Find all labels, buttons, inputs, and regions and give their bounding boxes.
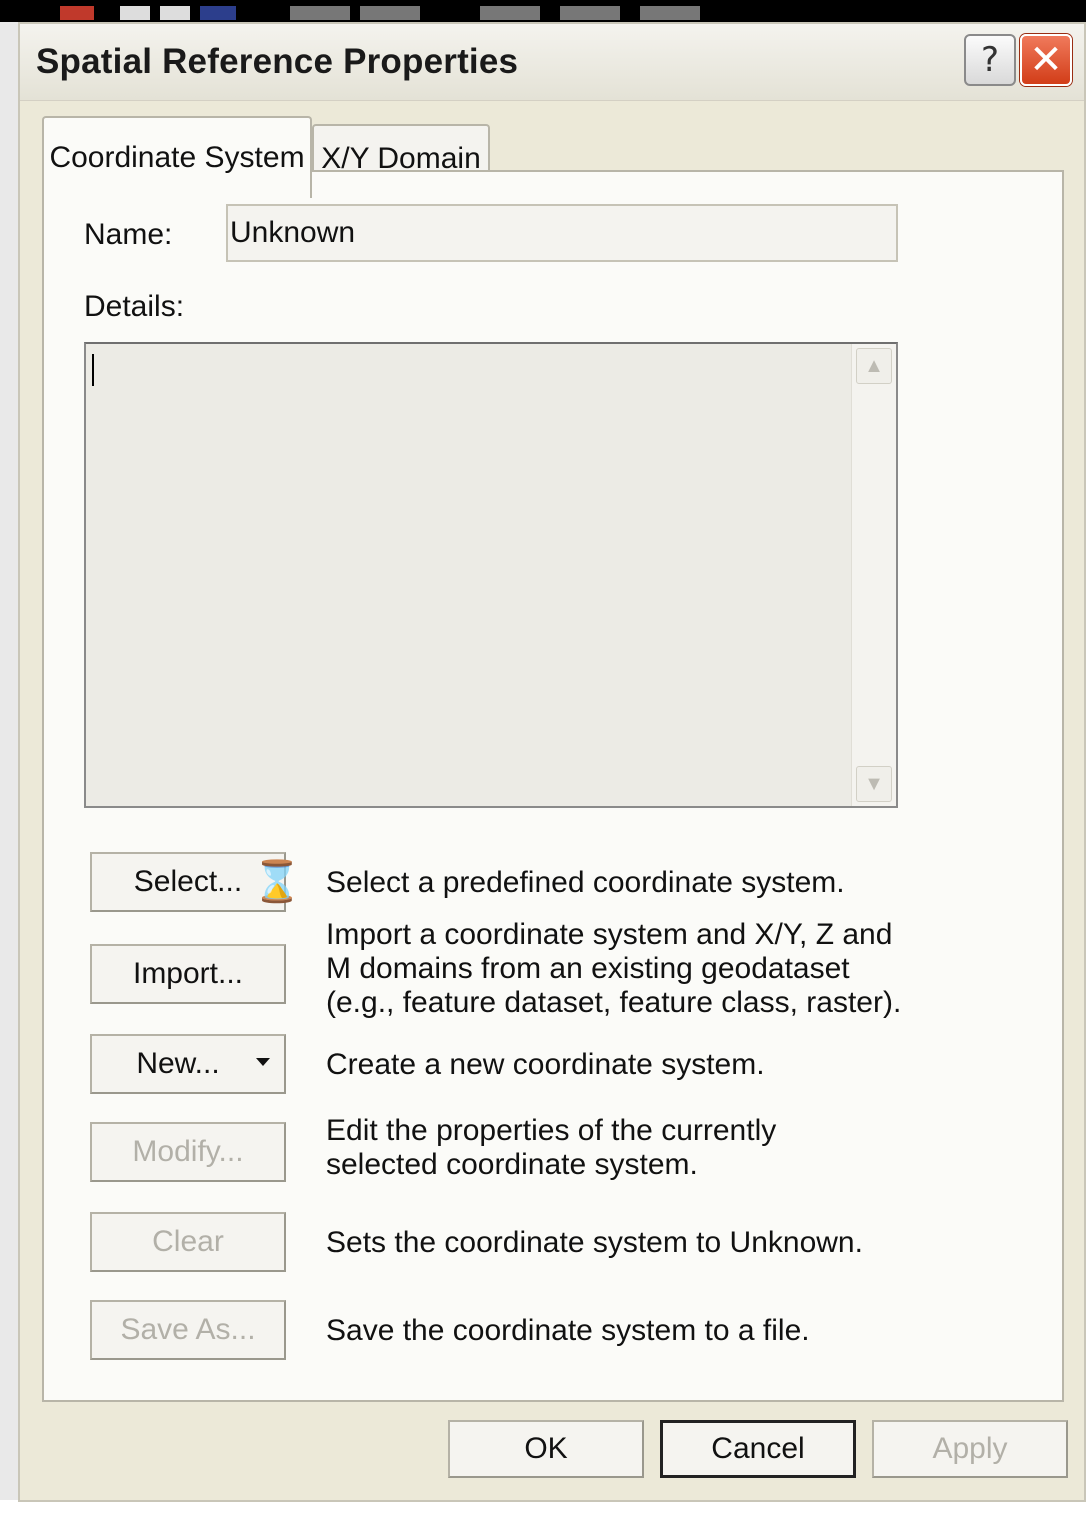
modify-button[interactable]: Modify...	[90, 1122, 286, 1182]
modify-description: Edit the properties of the currently sel…	[326, 1114, 777, 1181]
modify-button-label: Modify...	[132, 1135, 244, 1168]
close-icon: ✕	[1029, 37, 1063, 83]
ok-button[interactable]: OK	[448, 1420, 644, 1478]
hourglass-icon: ⌛	[252, 860, 302, 904]
save-as-description: Save the coordinate system to a file.	[326, 1314, 810, 1347]
new-description: Create a new coordinate system.	[326, 1048, 765, 1081]
title-bar: Spatial Reference Properties ? ✕	[20, 24, 1084, 101]
tab-coordinate-system[interactable]: Coordinate System	[42, 116, 312, 198]
cancel-button-label: Cancel	[711, 1432, 805, 1465]
import-button-label: Import...	[132, 957, 244, 990]
select-button[interactable]: Select... ⌛	[90, 852, 302, 912]
name-field: Unknown	[226, 204, 898, 262]
text-cursor	[92, 354, 94, 386]
details-textarea[interactable]: ▲ ▼	[84, 342, 898, 808]
save-as-button-label: Save As...	[120, 1313, 256, 1346]
caret-down-icon	[256, 1058, 270, 1066]
select-description: Select a predefined coordinate system.	[326, 866, 845, 899]
cancel-button[interactable]: Cancel	[660, 1420, 856, 1478]
dialog-title: Spatial Reference Properties	[36, 42, 519, 81]
clear-description: Sets the coordinate system to Unknown.	[326, 1226, 863, 1259]
tab-label: Coordinate System	[49, 141, 305, 174]
scroll-down-icon[interactable]: ▼	[856, 766, 892, 802]
background-app-bottom	[0, 1500, 1086, 1515]
select-button-label: Select...	[133, 865, 243, 898]
ok-button-label: OK	[524, 1432, 568, 1465]
import-description: Import a coordinate system and X/Y, Z an…	[326, 918, 902, 1019]
close-button[interactable]: ✕	[1020, 34, 1072, 86]
name-label: Name:	[84, 218, 173, 251]
clear-button-label: Clear	[152, 1225, 224, 1258]
details-label: Details:	[84, 290, 185, 323]
spatial-reference-dialog: Spatial Reference Properties ? ✕ Coordin…	[18, 22, 1086, 1502]
new-button[interactable]: New...	[90, 1034, 286, 1094]
import-button[interactable]: Import...	[90, 944, 286, 1004]
scroll-up-icon[interactable]: ▲	[856, 348, 892, 384]
clear-button[interactable]: Clear	[90, 1212, 286, 1272]
apply-button-label: Apply	[932, 1432, 1008, 1465]
details-scrollbar[interactable]: ▲ ▼	[851, 344, 896, 806]
coordinate-system-panel: Name: Unknown Details: ▲ ▼ Select... ⌛ S…	[42, 170, 1064, 1402]
background-toolbar	[0, 0, 1086, 22]
help-button[interactable]: ?	[964, 34, 1016, 86]
save-as-button[interactable]: Save As...	[90, 1300, 286, 1360]
apply-button[interactable]: Apply	[872, 1420, 1068, 1478]
help-icon: ?	[980, 40, 1000, 80]
new-button-label: New...	[136, 1047, 220, 1080]
